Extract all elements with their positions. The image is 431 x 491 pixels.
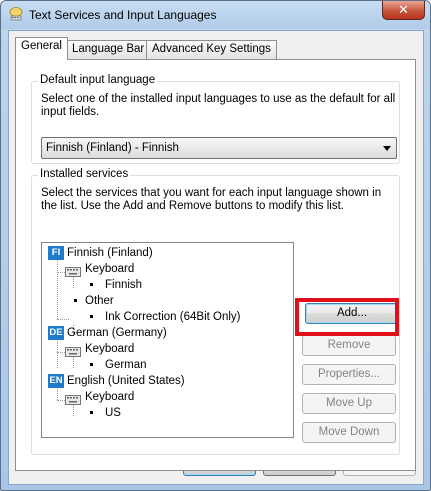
close-icon[interactable]: ✕: [382, 1, 425, 20]
tab-language-bar-label: Language Bar: [72, 43, 145, 55]
general-tab-panel: Default input language Select one of the…: [15, 59, 416, 471]
default-language-value: Finnish (Finland) - Finnish: [46, 142, 179, 154]
tree-item-finnish[interactable]: Finnish (Finland): [67, 246, 153, 260]
tree-item-english-layout[interactable]: US: [105, 406, 121, 420]
bullet: [90, 283, 93, 286]
tab-language-bar[interactable]: Language Bar: [66, 40, 151, 59]
chevron-down-icon: [383, 146, 391, 151]
tab-advanced-key-settings[interactable]: Advanced Key Settings: [146, 40, 277, 59]
tab-general[interactable]: General: [15, 37, 68, 60]
tree-line: [57, 339, 58, 368]
bullet: [90, 315, 93, 318]
tab-advanced-key-settings-label: Advanced Key Settings: [152, 43, 271, 55]
client-area: General Language Bar Advanced Key Settin…: [8, 30, 424, 485]
bullet: [90, 363, 93, 366]
highlight-annotation: [295, 298, 399, 336]
tree-line: [57, 352, 65, 353]
tree-line: [73, 357, 74, 368]
title-keyboard-icon: [9, 7, 23, 21]
default-language-description: Select one of the installed input langua…: [41, 93, 396, 118]
tree-line: [73, 277, 74, 288]
tree-line: [57, 400, 65, 401]
installed-services-description: Select the services that you want for ea…: [41, 187, 382, 212]
tree-item-ink-correction[interactable]: Ink Correction (64Bit Only): [105, 310, 241, 324]
language-badge: DE: [48, 326, 64, 340]
keyboard-icon: [65, 395, 81, 405]
tree-item-german[interactable]: German (Germany): [67, 326, 167, 340]
tree-line: [73, 405, 74, 416]
keyboard-icon: [65, 347, 81, 357]
properties-button[interactable]: Properties...: [302, 364, 396, 385]
tree-line: [57, 272, 65, 273]
installed-services-title: Installed services: [38, 168, 131, 180]
keyboard-icon: [65, 267, 81, 277]
default-language-title: Default input language: [38, 74, 158, 86]
tree-item-english[interactable]: English (United States): [67, 374, 185, 388]
tree-item-german-keyboard[interactable]: Keyboard: [85, 342, 134, 356]
tree-line: [57, 319, 69, 320]
remove-button[interactable]: Remove: [302, 335, 396, 356]
bullet: [90, 411, 93, 414]
bullet: [74, 299, 77, 302]
move-up-button[interactable]: Move Up: [302, 393, 396, 414]
title-bar[interactable]: Text Services and Input Languages ✕: [1, 1, 430, 29]
tree-item-finnish-layout[interactable]: Finnish: [105, 278, 142, 292]
tree-line: [57, 259, 58, 319]
dialog-window: Text Services and Input Languages ✕ Gene…: [0, 0, 431, 491]
window-title: Text Services and Input Languages: [29, 8, 217, 22]
tree-item-german-layout[interactable]: German: [105, 358, 147, 372]
default-language-dropdown[interactable]: Finnish (Finland) - Finnish: [41, 137, 397, 159]
services-tree[interactable]: FI Finnish (Finland) Keyboard Finnish Ot…: [41, 242, 294, 438]
tree-item-other[interactable]: Other: [85, 294, 114, 308]
language-badge: FI: [48, 246, 64, 260]
tab-general-label: General: [21, 40, 62, 52]
move-down-button[interactable]: Move Down: [302, 422, 396, 443]
default-language-group: Default input language Select one of the…: [31, 74, 400, 164]
tree-line: [57, 386, 58, 400]
tree-item-english-keyboard[interactable]: Keyboard: [85, 390, 134, 404]
tree-item-finnish-keyboard[interactable]: Keyboard: [85, 262, 134, 276]
language-badge: EN: [48, 374, 64, 388]
